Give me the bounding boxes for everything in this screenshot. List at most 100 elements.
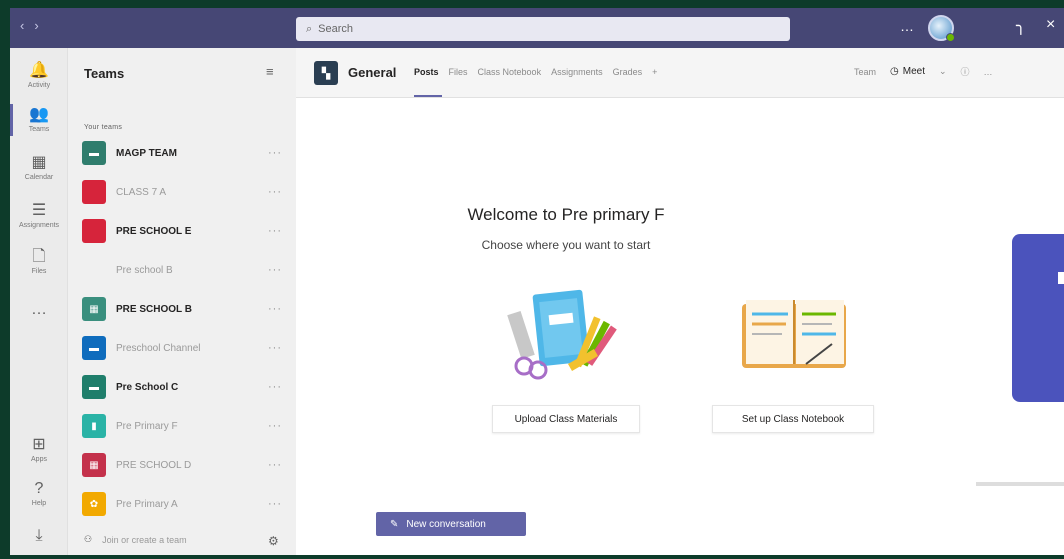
add-tab-button[interactable]: + xyxy=(652,67,657,77)
class-notebook-illustration xyxy=(742,300,846,368)
presence-status-icon xyxy=(946,33,955,42)
set-up-class-notebook-button[interactable]: Set up Class Notebook xyxy=(712,405,874,433)
more-options-icon[interactable]: ··· xyxy=(268,147,282,159)
app-bar-label: Teams xyxy=(28,126,50,133)
team-avatar: ▬ xyxy=(82,336,106,360)
minimize-icon[interactable]: ╮ xyxy=(1016,16,1026,36)
team-avatar xyxy=(82,258,106,282)
close-icon[interactable]: × xyxy=(1046,16,1055,34)
search-input[interactable]: ⌕ Search xyxy=(296,17,790,41)
side-promo-card-mark xyxy=(1058,272,1064,284)
app-bar-label: Files xyxy=(31,268,47,275)
channel-name: General xyxy=(348,65,397,80)
more-options-icon[interactable]: ··· xyxy=(268,459,282,471)
more-options-icon[interactable]: ··· xyxy=(268,264,282,276)
title-bar: ‹ › ⌕ Search … ╮ × xyxy=(10,8,1064,48)
more-options-icon[interactable]: ··· xyxy=(268,498,282,510)
team-icon: ▚ xyxy=(314,61,338,85)
app-bar-activity[interactable]: 🔔 Activity xyxy=(10,54,68,98)
teams-window: ‹ › ⌕ Search … ╮ × 🔔 Activity 👥 Teams ▦ … xyxy=(10,8,1064,555)
upload-class-materials-button[interactable]: Upload Class Materials xyxy=(492,405,640,433)
team-avatar: ▦ xyxy=(82,297,106,321)
meet-button[interactable]: ◷ Meet xyxy=(890,66,925,77)
active-tab-indicator xyxy=(414,95,442,97)
app-bar-calendar[interactable]: ▦ Calendar xyxy=(10,146,68,190)
team-item[interactable]: ▬ Pre School C ··· xyxy=(68,368,296,406)
team-name: PRE SCHOOL E xyxy=(116,225,192,237)
welcome-title: Welcome to Pre primary F xyxy=(467,205,665,224)
app-bar-teams[interactable]: 👥 Teams xyxy=(10,98,68,142)
welcome-subtitle: Choose where you want to start xyxy=(481,238,651,252)
more-options-icon[interactable]: ··· xyxy=(268,303,282,315)
team-avatar xyxy=(82,219,106,243)
more-options-icon[interactable]: ··· xyxy=(268,420,282,432)
more-options-icon[interactable]: ··· xyxy=(268,186,282,198)
app-bar-label: Apps xyxy=(31,456,47,463)
teams-panel-title: Teams xyxy=(84,66,125,81)
app-bar-label: Help xyxy=(31,500,47,507)
download-icon: ⤓ xyxy=(35,527,43,544)
tab-grades[interactable]: Grades xyxy=(613,67,643,77)
more-options-icon[interactable]: … xyxy=(984,67,993,77)
team-item[interactable]: Pre school B ··· xyxy=(68,251,296,289)
join-create-team-link[interactable]: ⚇ Join or create a team xyxy=(84,534,284,545)
more-options-icon[interactable]: ··· xyxy=(268,225,282,237)
side-promo-card[interactable] xyxy=(1012,234,1064,402)
team-item[interactable]: ▦ PRE SCHOOL D ··· xyxy=(68,446,296,484)
app-bar-download[interactable]: ⤓ xyxy=(10,514,68,555)
team-item[interactable]: ✿ Pre Primary A ··· xyxy=(68,485,296,523)
new-conversation-label: New conversation xyxy=(406,518,486,530)
info-icon[interactable]: ⓘ xyxy=(961,65,970,78)
team-button[interactable]: Team xyxy=(854,67,876,77)
team-name: Pre School C xyxy=(116,381,179,393)
more-options-icon[interactable]: ··· xyxy=(268,342,282,354)
forward-arrow-icon[interactable]: › xyxy=(34,18,38,33)
bell-icon: 🔔 xyxy=(29,62,49,79)
app-bar-more[interactable]: … xyxy=(10,288,68,332)
app-bar-apps[interactable]: ⊞ Apps xyxy=(10,428,68,472)
team-avatar xyxy=(82,180,106,204)
tab-assignments[interactable]: Assignments xyxy=(551,67,603,77)
gear-icon[interactable]: ⚙ xyxy=(268,534,279,548)
team-avatar: ▬ xyxy=(82,141,106,165)
more-options-icon[interactable]: … xyxy=(900,18,914,34)
more-options-icon[interactable]: ··· xyxy=(268,381,282,393)
teams-list-panel: Teams ≡ Your teams ▬ MAGP TEAM ··· CLASS… xyxy=(68,48,296,555)
team-item[interactable]: ▬ MAGP TEAM ··· xyxy=(68,134,296,172)
team-name: Preschool Channel xyxy=(116,342,201,354)
app-bar-label: Assignments xyxy=(18,222,60,229)
team-item[interactable]: ▦ PRE SCHOOL B ··· xyxy=(68,290,296,328)
filter-icon[interactable]: ≡ xyxy=(266,64,274,79)
team-avatar: ▮ xyxy=(82,414,106,438)
app-bar-help[interactable]: ? Help xyxy=(10,472,68,516)
app-bar-files[interactable]: 🗋 Files xyxy=(10,240,68,284)
assignments-icon: ☰ xyxy=(31,202,47,219)
team-name: CLASS 7 A xyxy=(116,186,167,198)
video-camera-icon: ◷ xyxy=(890,66,899,77)
channel-header: ▚ General Posts Files Class Notebook Ass… xyxy=(296,48,1064,98)
team-avatar: ▦ xyxy=(82,453,106,477)
compose-icon: ✎ xyxy=(390,518,399,530)
channel-main: ▚ General Posts Files Class Notebook Ass… xyxy=(296,48,1064,555)
class-materials-illustration xyxy=(507,289,617,380)
channel-actions: Team ◷ Meet ⌄ ⓘ … xyxy=(854,65,993,78)
team-name: Pre Primary F xyxy=(116,420,178,432)
team-item[interactable]: PRE SCHOOL E ··· xyxy=(68,212,296,250)
team-avatar: ✿ xyxy=(82,492,106,516)
chevron-down-icon[interactable]: ⌄ xyxy=(939,66,947,77)
back-arrow-icon[interactable]: ‹ xyxy=(20,18,24,33)
app-bar-label: Calendar xyxy=(24,174,54,181)
tab-class-notebook[interactable]: Class Notebook xyxy=(478,67,542,77)
more-apps-icon: … xyxy=(31,301,47,318)
meet-label: Meet xyxy=(902,66,925,77)
team-item[interactable]: ▮ Pre Primary F ··· xyxy=(68,407,296,445)
app-bar-assignments[interactable]: ☰ Assignments xyxy=(10,194,68,238)
history-nav: ‹ › xyxy=(20,18,39,33)
team-item[interactable]: ▬ Preschool Channel ··· xyxy=(68,329,296,367)
team-avatar: ▬ xyxy=(82,375,106,399)
tab-files[interactable]: Files xyxy=(449,67,468,77)
app-bar: 🔔 Activity 👥 Teams ▦ Calendar ☰ Assignme… xyxy=(10,48,68,555)
team-item[interactable]: CLASS 7 A ··· xyxy=(68,173,296,211)
tab-posts[interactable]: Posts xyxy=(414,67,439,77)
new-conversation-button[interactable]: ✎ New conversation xyxy=(376,512,526,536)
